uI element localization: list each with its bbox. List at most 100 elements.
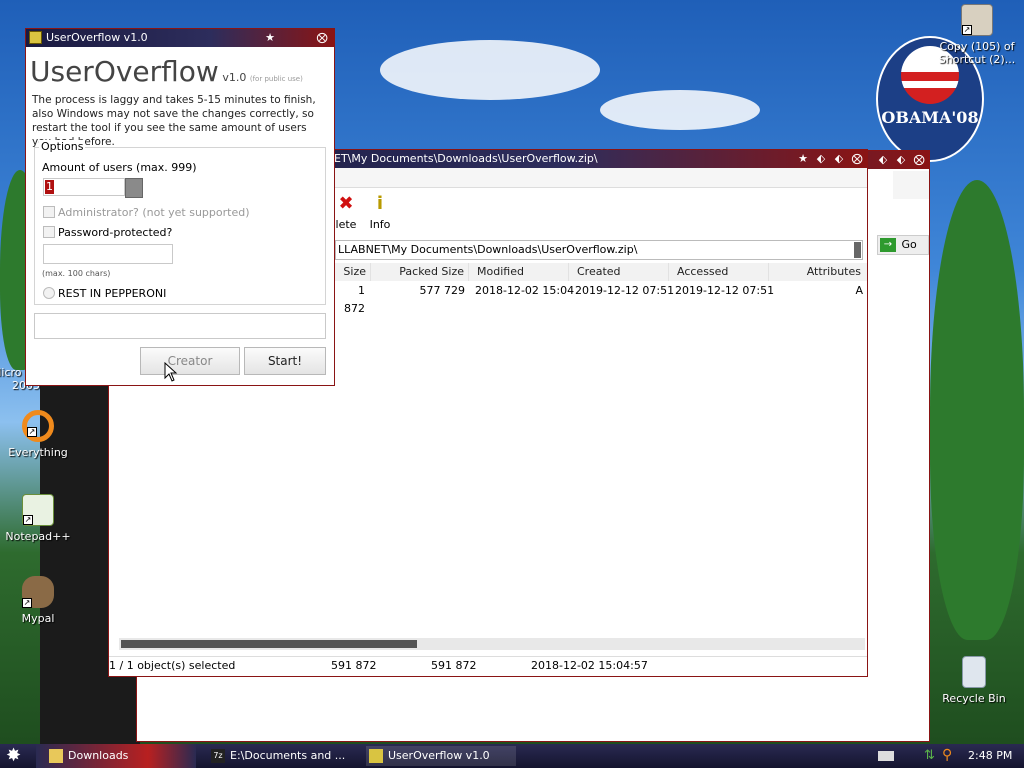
desktop-icon-label: Mypal [21, 612, 55, 625]
column-packed-size[interactable]: Packed Size [371, 263, 469, 281]
useroverflow-icon [369, 749, 383, 763]
pin-icon[interactable]: ★ [264, 29, 276, 47]
start-star-icon[interactable]: ✸ [6, 746, 21, 766]
password-checkbox[interactable] [43, 226, 55, 238]
status-bar: 1 / 1 object(s) selected 591 872 591 872… [109, 656, 867, 676]
creator-button[interactable]: Creator [140, 347, 240, 375]
desktop-icon-mypal[interactable]: ↗ Mypal [0, 576, 78, 625]
useroverflow-app-icon [29, 31, 42, 44]
row-packed-size: 577 729 [419, 284, 466, 297]
administrator-label: Administrator? (not yet supported) [58, 206, 250, 219]
max-chars-note: (max. 100 chars) [42, 269, 111, 278]
administrator-checkbox[interactable] [43, 206, 55, 218]
app-name: UserOverflow [30, 55, 219, 88]
network-icon[interactable]: ⇅ [924, 748, 935, 763]
taskbar: ✸ Downloads 7z E:\Documents and ... User… [0, 744, 1024, 768]
pin-icon[interactable]: ★ [797, 150, 809, 168]
go-button[interactable]: → Go [877, 235, 929, 255]
delete-icon: ✖ [338, 193, 354, 214]
column-modified[interactable]: Modified [469, 263, 569, 281]
close-icon[interactable]: ⨂ [851, 150, 863, 168]
column-accessed[interactable]: Accessed [669, 263, 769, 281]
horizontal-scrollbar[interactable] [119, 638, 865, 650]
info-label: Info [369, 218, 391, 231]
password-label: Password-protected? [58, 226, 173, 239]
options-label: Options [39, 140, 86, 153]
tree-decoration [930, 180, 1024, 640]
archive-titlebar-buttons: ★ ⬖ ⬖ ⨂ [797, 150, 863, 168]
recycle-bin-icon [962, 656, 986, 688]
column-attributes[interactable]: Attributes [769, 263, 865, 281]
info-icon: i [376, 193, 384, 214]
start-button[interactable]: Start! [244, 347, 326, 375]
browser-titlebar-buttons: ⬖ ⬖ ⨂ [877, 151, 925, 169]
cloud-decoration [600, 90, 760, 130]
path-field[interactable]: LLABNET\My Documents\Downloads\UserOverf… [335, 240, 863, 260]
taskbar-item-label: Downloads [68, 749, 129, 762]
row-size: 1 872 [344, 284, 365, 315]
path-text: LLABNET\My Documents\Downloads\UserOverf… [338, 243, 638, 256]
taskbar-item-label: E:\Documents and ... [230, 749, 346, 762]
go-arrow-icon: → [880, 238, 896, 252]
keyboard-icon[interactable] [878, 751, 894, 761]
close-icon[interactable]: ⨂ [316, 29, 328, 47]
column-size[interactable]: Size [335, 263, 371, 281]
path-scroll-thumb[interactable] [854, 242, 861, 258]
desktop-icon-label: Copy (105) of Shortcut (2)... [938, 40, 1016, 66]
go-label: Go [901, 238, 917, 251]
taskbar-item-label: UserOverflow v1.0 [388, 749, 490, 762]
search-icon[interactable]: ⚲ [942, 747, 952, 763]
minimize-icon[interactable]: ⬖ [815, 150, 827, 168]
everything-icon: ↗ [22, 410, 54, 442]
amount-label: Amount of users (max. 999) [42, 161, 197, 174]
taskbar-item-downloads[interactable]: Downloads [46, 746, 196, 766]
scrollbar-thumb[interactable] [121, 640, 417, 648]
close-icon[interactable]: ⨂ [913, 151, 925, 169]
windows-logo-icon [893, 171, 929, 199]
password-input[interactable] [43, 244, 173, 264]
desktop-icon-notepad[interactable]: ↗ Notepad++ [0, 494, 78, 543]
mouse-cursor-icon [164, 362, 178, 382]
clock[interactable]: 2:48 PM [968, 744, 1012, 768]
delete-button[interactable]: ✖ lete [331, 193, 361, 232]
amount-input[interactable]: 1 [43, 178, 125, 196]
useroverflow-titlebar: UserOverflow v1.0 ★ ⨂ [26, 29, 334, 47]
maximize-icon[interactable]: ⬖ [895, 151, 907, 169]
status-packed: 591 872 [431, 659, 477, 672]
pepperoni-radio[interactable] [43, 287, 55, 299]
status-date: 2018-12-02 15:04:57 [531, 659, 648, 672]
pepperoni-label: REST IN PEPPERONI [58, 287, 167, 300]
shortcut-icon: ↗ [961, 4, 993, 36]
taskbar-item-useroverflow[interactable]: UserOverflow v1.0 [366, 746, 516, 766]
column-created[interactable]: Created [569, 263, 669, 281]
output-field[interactable] [34, 313, 326, 339]
desktop-icon-label: Recycle Bin [942, 692, 1006, 705]
table-row[interactable]: 1 872 577 729 2018-12-02 15:04 2019-12-1… [335, 282, 867, 315]
public-note: (for public use) [249, 75, 303, 83]
delete-label: lete [335, 218, 357, 231]
useroverflow-titlebar-buttons: ★ ⨂ [264, 29, 328, 47]
useroverflow-title: UserOverflow v1.0 [46, 31, 148, 44]
amount-stepper[interactable] [125, 178, 143, 198]
desktop-icon-label: Notepad++ [5, 530, 71, 543]
taskbar-item-7zip[interactable]: 7z E:\Documents and ... [208, 746, 358, 766]
minimize-icon[interactable]: ⬖ [877, 151, 889, 169]
amount-value: 1 [45, 180, 54, 194]
notepad-plus-plus-icon: ↗ [22, 494, 54, 526]
status-selected: 1 / 1 object(s) selected [109, 659, 236, 672]
info-button[interactable]: i Info [365, 193, 395, 232]
mypal-icon: ↗ [22, 576, 54, 608]
app-version: v1.0 [222, 71, 247, 84]
row-created: 2019-12-12 07:51 [575, 284, 675, 297]
desktop-icon-recycle-bin[interactable]: Recycle Bin [934, 656, 1014, 705]
logo-text: OBAMA'08 [881, 108, 979, 127]
desktop-icon-label: Everything [8, 446, 68, 459]
desktop-icon-shortcut[interactable]: ↗ Copy (105) of Shortcut (2)... [934, 4, 1020, 66]
row-attributes: A [855, 284, 863, 297]
status-size: 591 872 [331, 659, 377, 672]
maximize-icon[interactable]: ⬖ [833, 150, 845, 168]
cloud-decoration [380, 40, 600, 100]
desktop-icon-everything[interactable]: ↗ Everything [0, 410, 78, 459]
row-accessed: 2019-12-12 07:51 [675, 284, 775, 297]
folder-icon [49, 749, 63, 763]
